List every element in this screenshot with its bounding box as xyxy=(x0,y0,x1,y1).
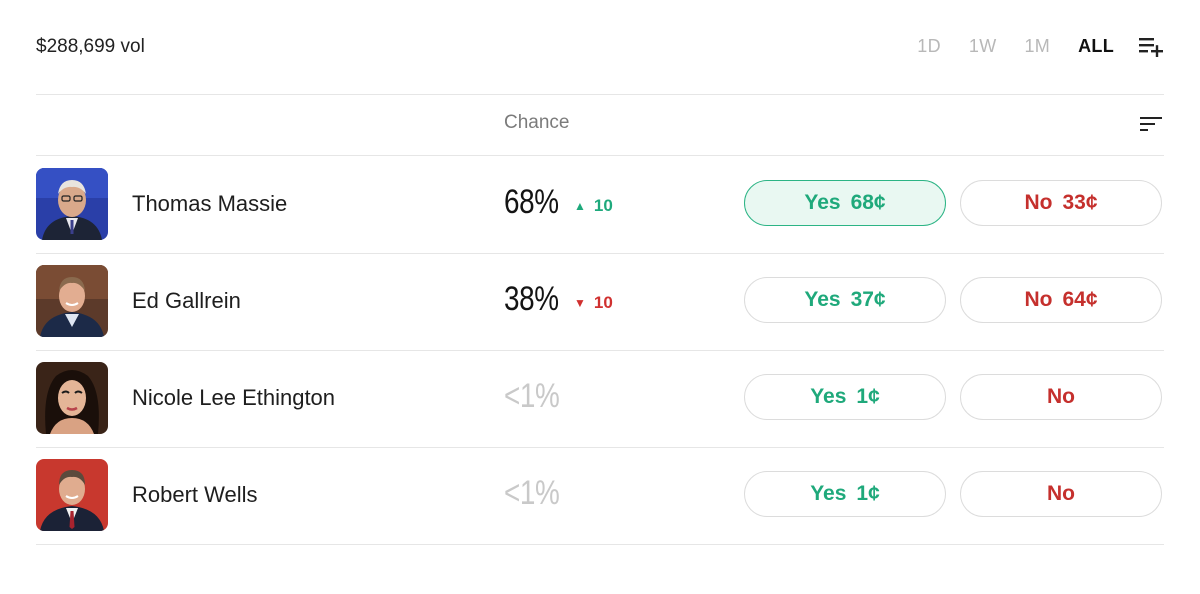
sort-icon[interactable] xyxy=(1138,114,1164,134)
buy-yes-button[interactable]: Yes 1¢ xyxy=(744,471,946,517)
yes-price: 1¢ xyxy=(856,482,880,505)
outcome-row: Robert Wells <1% Yes 1¢ No xyxy=(36,447,1164,545)
triangle-down-icon: ▼ xyxy=(574,296,586,310)
avatar xyxy=(36,265,108,337)
yes-price: 37¢ xyxy=(850,288,886,311)
yes-price: 1¢ xyxy=(856,385,880,408)
buy-no-button[interactable]: No xyxy=(960,374,1162,420)
range-1d[interactable]: 1D xyxy=(917,36,941,57)
playlist-add-icon[interactable] xyxy=(1138,33,1164,59)
chance-value: <1% xyxy=(504,474,560,512)
range-all[interactable]: ALL xyxy=(1078,36,1114,57)
time-range-selector: 1D 1W 1M ALL xyxy=(889,33,1164,59)
outcome-row: Thomas Massie 68% ▲ 10 Yes 68¢ No 33¢ xyxy=(36,156,1164,254)
candidate-name: Nicole Lee Ethington xyxy=(132,385,336,410)
buy-no-button[interactable]: No xyxy=(960,471,1162,517)
chance-column-header: Chance xyxy=(504,112,570,133)
buy-no-button[interactable]: No 64¢ xyxy=(960,277,1162,323)
candidate-name: Ed Gallrein xyxy=(132,288,241,313)
yes-label: Yes xyxy=(810,385,847,408)
chance-value: 68% xyxy=(504,183,559,221)
no-price: 64¢ xyxy=(1062,288,1098,311)
avatar xyxy=(36,362,108,434)
avatar xyxy=(36,459,108,531)
market-header: $288,699 vol 1D 1W 1M ALL xyxy=(36,0,1164,95)
buy-yes-button[interactable]: Yes 37¢ xyxy=(744,277,946,323)
no-label: No xyxy=(1047,482,1075,505)
no-label: No xyxy=(1024,288,1053,311)
candidate-name: Robert Wells xyxy=(132,482,258,507)
yes-price: 68¢ xyxy=(850,191,886,214)
triangle-up-icon: ▲ xyxy=(574,199,586,213)
outcome-row: Nicole Lee Ethington <1% Yes 1¢ No xyxy=(36,350,1164,448)
no-label: No xyxy=(1024,191,1053,214)
yes-label: Yes xyxy=(804,191,841,214)
yes-label: Yes xyxy=(804,288,841,311)
buy-yes-button[interactable]: Yes 68¢ xyxy=(744,180,946,226)
avatar xyxy=(36,168,108,240)
chance-change: ▲ 10 xyxy=(574,196,613,216)
buy-no-button[interactable]: No 33¢ xyxy=(960,180,1162,226)
buy-yes-button[interactable]: Yes 1¢ xyxy=(744,374,946,420)
candidate-name: Thomas Massie xyxy=(132,191,288,216)
chance-value: <1% xyxy=(504,377,560,415)
chance-value: 38% xyxy=(504,280,559,318)
chance-change: ▼ 10 xyxy=(574,293,613,313)
change-value: 10 xyxy=(593,293,613,312)
range-1m[interactable]: 1M xyxy=(1025,36,1051,57)
range-1w[interactable]: 1W xyxy=(969,36,997,57)
outcome-row: Ed Gallrein 38% ▼ 10 Yes 37¢ No 64¢ xyxy=(36,253,1164,351)
no-label: No xyxy=(1047,385,1075,408)
yes-label: Yes xyxy=(810,482,847,505)
table-header: Chance xyxy=(36,95,1164,156)
change-value: 10 xyxy=(593,196,613,215)
volume-label: $288,699 vol xyxy=(36,36,145,57)
no-price: 33¢ xyxy=(1062,191,1098,214)
